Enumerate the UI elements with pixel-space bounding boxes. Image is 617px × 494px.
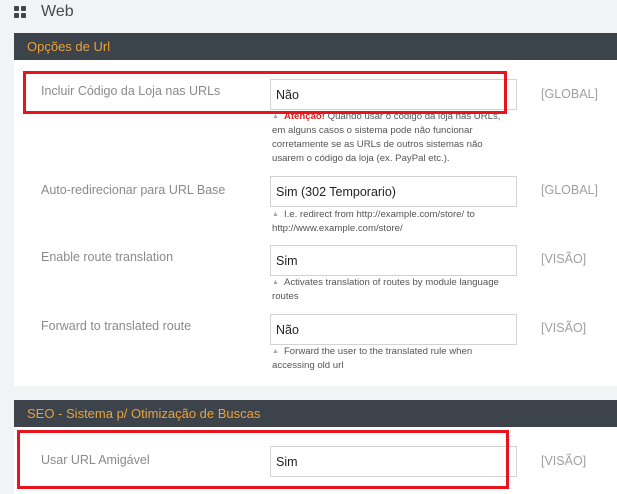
seo-section: SEO - Sistema p/ Otimização de Buscas Us… — [14, 400, 617, 494]
note-text: I.e. redirect from http://example.com/st… — [272, 209, 475, 234]
select-forward-translated[interactable]: Não — [270, 314, 517, 345]
scope-badge: [VISÃO] — [541, 321, 587, 335]
scope-badge: [GLOBAL] — [541, 87, 598, 101]
select-value: Não — [276, 322, 299, 337]
scope-badge: [VISÃO] — [541, 454, 587, 468]
url-options-section: Opções de Url Incluir Código da Loja nas… — [14, 33, 617, 386]
page-title: Web — [41, 3, 74, 20]
section-header-seo[interactable]: SEO - Sistema p/ Otimização de Buscas — [14, 400, 617, 427]
triangle-up-icon: ▲ — [272, 211, 279, 218]
select-include-store-code[interactable]: Não — [270, 79, 517, 110]
select-value: Sim — [276, 454, 298, 469]
label-friendly-url: Usar URL Amigável — [41, 453, 150, 467]
select-friendly-url[interactable]: Sim — [270, 446, 517, 477]
field-note: ▲ Atenção! Quando usar o código da loja n… — [272, 110, 512, 166]
page-header: Web — [14, 0, 74, 24]
triangle-up-icon: ▲ — [272, 113, 279, 120]
field-note: ▲ Forward the user to the translated rule… — [272, 345, 512, 373]
select-route-translation[interactable]: Sim — [270, 245, 517, 276]
section-title: Opções de Url — [27, 39, 111, 54]
triangle-up-icon: ▲ — [272, 279, 279, 286]
note-text: Forward the user to the translated rule … — [272, 346, 473, 371]
warning-label: Atenção! — [283, 111, 325, 122]
label-include-store-code: Incluir Código da Loja nas URLs — [41, 84, 221, 98]
label-auto-redirect: Auto-redirecionar para URL Base — [41, 183, 226, 197]
select-auto-redirect[interactable]: Sim (302 Temporario) — [270, 176, 517, 207]
scope-badge: [GLOBAL] — [541, 183, 598, 197]
select-value: Sim (302 Temporario) — [276, 184, 396, 199]
triangle-up-icon: ▲ — [272, 348, 279, 355]
field-note: ▲ I.e. redirect from http://example.com/s… — [272, 208, 512, 236]
select-value: Sim — [276, 253, 298, 268]
grid-icon — [14, 6, 27, 18]
section-header-url-options[interactable]: Opções de Url — [14, 33, 617, 60]
section-title: SEO - Sistema p/ Otimização de Buscas — [27, 406, 261, 421]
scope-badge: [VISÃO] — [541, 252, 587, 266]
note-text: Activates translation of routes by modul… — [272, 277, 499, 302]
field-note: ▲ Activates translation of routes by modu… — [272, 276, 512, 304]
label-forward-translated: Forward to translated route — [41, 319, 192, 333]
label-route-translation: Enable route translation — [41, 250, 174, 264]
select-value: Não — [276, 87, 299, 102]
